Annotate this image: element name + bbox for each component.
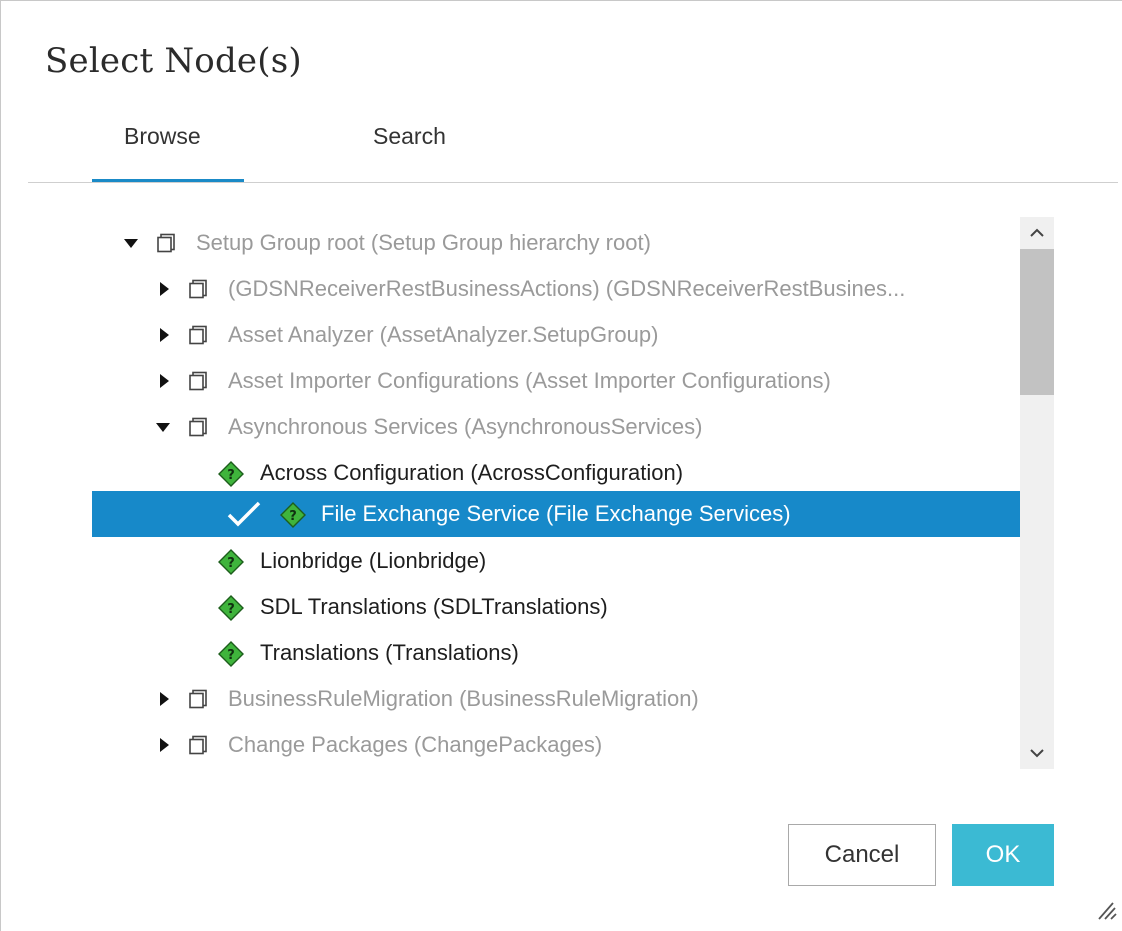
- node-diamond-icon: ?: [218, 641, 244, 667]
- tree-row-asset-analyzer[interactable]: Asset Analyzer (AssetAnalyzer.SetupGroup…: [92, 312, 1020, 358]
- svg-text:?: ?: [227, 648, 235, 663]
- tabs-divider: [28, 182, 1118, 183]
- tree-row-change-packages[interactable]: Change Packages (ChangePackages): [92, 722, 1020, 768]
- tree-row-file-exchange-service[interactable]: ? File Exchange Service (File Exchange S…: [92, 491, 1020, 537]
- tree-row-label: (GDSNReceiverRestBusinessActions) (GDSNR…: [228, 276, 906, 301]
- tree-row-translations[interactable]: ? Translations (Translations): [92, 630, 1020, 676]
- scrollbar-thumb[interactable]: [1020, 249, 1054, 395]
- tab-search[interactable]: Search: [373, 123, 446, 150]
- tree-row-label: Change Packages (ChangePackages): [228, 732, 603, 757]
- tree-row-gdsn-receiver[interactable]: (GDSNReceiverRestBusinessActions) (GDSNR…: [92, 266, 1020, 312]
- node-diamond-icon: ?: [218, 461, 244, 487]
- tree-row-label: BusinessRuleMigration (BusinessRuleMigra…: [228, 686, 699, 711]
- collapse-arrow-icon[interactable]: [158, 358, 172, 404]
- tree-row-label: File Exchange Service (File Exchange Ser…: [321, 501, 791, 526]
- tree-scrollbar[interactable]: [1020, 217, 1054, 769]
- folder-icon: [189, 689, 207, 709]
- expand-arrow-icon[interactable]: [156, 404, 170, 450]
- tree-row-label: Asset Analyzer (AssetAnalyzer.SetupGroup…: [228, 322, 659, 347]
- node-diamond-icon: ?: [218, 595, 244, 621]
- checkmark-icon: [227, 501, 261, 527]
- svg-text:?: ?: [227, 556, 235, 571]
- svg-text:?: ?: [289, 509, 297, 524]
- folder-icon: [189, 325, 207, 345]
- node-diamond-icon: ?: [280, 502, 306, 528]
- folder-icon: [189, 371, 207, 391]
- tree-row-asynchronous-services[interactable]: Asynchronous Services (AsynchronousServi…: [92, 404, 1020, 450]
- expand-arrow-icon[interactable]: [124, 220, 138, 266]
- tree-row-label: Lionbridge (Lionbridge): [260, 548, 487, 573]
- folder-icon: [189, 735, 207, 755]
- node-diamond-icon: ?: [218, 549, 244, 575]
- tree-row-label: Setup Group root (Setup Group hierarchy …: [196, 230, 651, 255]
- tree-row-label: Translations (Translations): [260, 640, 519, 665]
- tree-row-label: Asynchronous Services (AsynchronousServi…: [228, 414, 703, 439]
- svg-text:?: ?: [227, 602, 235, 617]
- collapse-arrow-icon[interactable]: [158, 312, 172, 358]
- folder-icon: [189, 417, 207, 437]
- tree-row-sdl-translations[interactable]: ? SDL Translations (SDLTranslations): [92, 584, 1020, 630]
- tree-row-label: Asset Importer Configurations (Asset Imp…: [228, 368, 831, 393]
- svg-text:?: ?: [227, 468, 235, 483]
- tree-row-across-configuration[interactable]: ? Across Configuration (AcrossConfigurat…: [92, 450, 1020, 496]
- resize-grip-icon[interactable]: [1093, 897, 1119, 923]
- ok-button[interactable]: OK: [952, 824, 1054, 886]
- scroll-up-icon[interactable]: [1020, 217, 1054, 249]
- dialog-title: Select Node(s): [45, 41, 302, 81]
- collapse-arrow-icon[interactable]: [158, 722, 172, 768]
- tree-row-setup-group-root[interactable]: Setup Group root (Setup Group hierarchy …: [92, 220, 1020, 266]
- tree-row-label: SDL Translations (SDLTranslations): [260, 594, 608, 619]
- folder-icon: [189, 279, 207, 299]
- cancel-button[interactable]: Cancel: [788, 824, 936, 886]
- tree-row-lionbridge[interactable]: ? Lionbridge (Lionbridge): [92, 538, 1020, 584]
- select-nodes-dialog: Select Node(s) Browse Search Setup Group…: [0, 0, 1122, 931]
- tree-row-asset-importer[interactable]: Asset Importer Configurations (Asset Imp…: [92, 358, 1020, 404]
- tab-browse[interactable]: Browse: [124, 123, 201, 150]
- collapse-arrow-icon[interactable]: [158, 266, 172, 312]
- scroll-down-icon[interactable]: [1020, 737, 1054, 769]
- collapse-arrow-icon[interactable]: [158, 676, 172, 722]
- node-tree: Setup Group root (Setup Group hierarchy …: [92, 217, 1020, 769]
- tree-row-label: Across Configuration (AcrossConfiguratio…: [260, 460, 684, 485]
- tree-row-business-rule-migration[interactable]: BusinessRuleMigration (BusinessRuleMigra…: [92, 676, 1020, 722]
- folder-icon: [157, 233, 175, 253]
